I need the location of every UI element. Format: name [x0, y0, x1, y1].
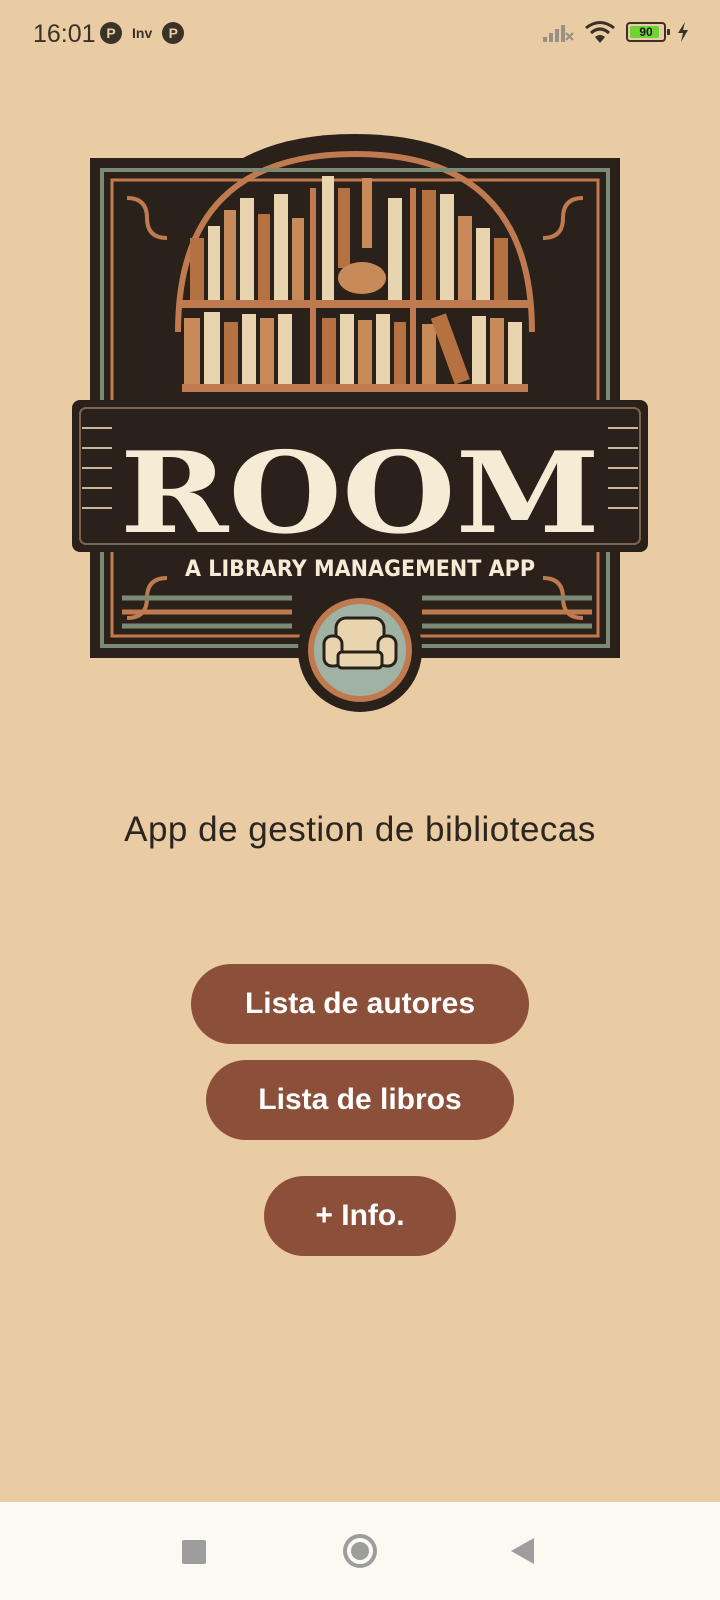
logo-title: ROOM: [120, 428, 600, 559]
signal-icon: [543, 25, 574, 42]
charging-icon: [678, 22, 688, 42]
navigation-bar: [0, 1502, 720, 1600]
home-icon[interactable]: [342, 1533, 378, 1569]
books-list-button[interactable]: Lista de libros: [206, 1060, 514, 1140]
status-time: 16:01: [33, 20, 96, 48]
notification-icons: P Inv P: [100, 22, 185, 44]
logo-subtitle: A LIBRARY MANAGEMENT APP: [185, 557, 535, 582]
back-icon[interactable]: [508, 1536, 536, 1566]
more-info-button[interactable]: + Info.: [264, 1176, 456, 1256]
p-icon: P: [162, 22, 185, 44]
p-icon: P: [100, 22, 122, 44]
wifi-icon: [585, 21, 615, 43]
app-tagline: App de gestion de bibliotecas: [124, 810, 596, 849]
inv-icon: Inv: [132, 25, 153, 41]
battery-level: 90: [639, 25, 653, 39]
status-bar: 16:01 P Inv P 90: [0, 0, 720, 70]
system-icons: 90: [542, 20, 690, 44]
battery-icon: 90: [626, 22, 670, 42]
recent-apps-icon[interactable]: [182, 1540, 206, 1564]
room-logo: ROOM A LIBRARY MANAGEMENT APP: [72, 134, 648, 712]
authors-list-button[interactable]: Lista de autores: [191, 964, 529, 1044]
